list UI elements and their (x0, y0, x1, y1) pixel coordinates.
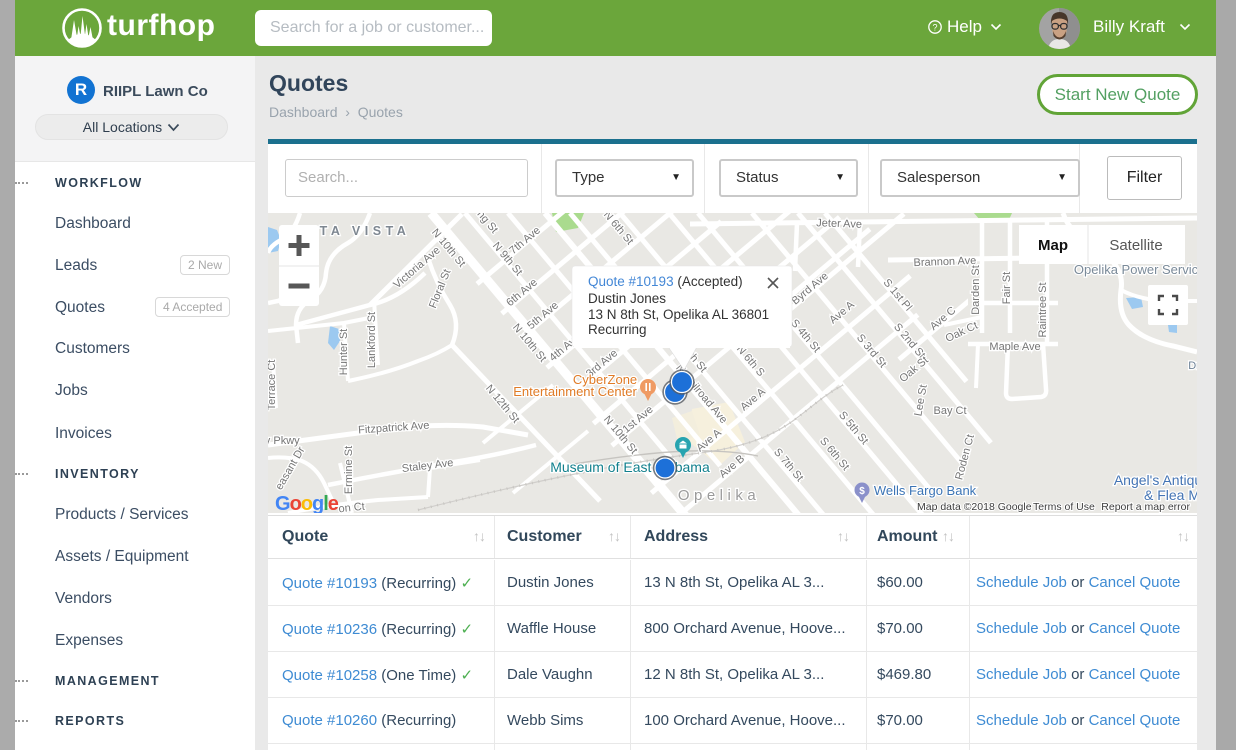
svg-text:on Ct: on Ct (338, 501, 365, 513)
svg-text:Maple Ave: Maple Ave (989, 341, 1040, 353)
svg-text:Fair St: Fair St (1001, 272, 1013, 304)
svg-text:Brannon Ave: Brannon Ave (913, 255, 976, 269)
svg-text:13 N 8th St, Opelika AL 36801: 13 N 8th St, Opelika AL 36801 (588, 307, 769, 322)
svg-text:Report a map error: Report a map error (1101, 501, 1190, 513)
svg-text:Terms of Use: Terms of Use (1033, 501, 1095, 513)
svg-text:Museum of East Alabama: Museum of East Alabama (550, 459, 710, 475)
svg-text:Jeter Ave: Jeter Ave (816, 217, 862, 231)
svg-text:Raintree St: Raintree St (1037, 282, 1049, 337)
svg-text:Quote #10193 (Accepted): Quote #10193 (Accepted) (588, 274, 743, 289)
svg-text:Entertainment Center: Entertainment Center (513, 384, 637, 399)
svg-text:Map data ©2018 Google: Map data ©2018 Google (917, 501, 1032, 513)
svg-text:Google: Google (275, 493, 339, 513)
svg-text:Dustin Jones: Dustin Jones (588, 291, 666, 306)
svg-text:Bay Ct: Bay Ct (933, 405, 966, 417)
svg-text:Wells Fargo Bank: Wells Fargo Bank (874, 483, 977, 498)
svg-text:TA VISTA: TA VISTA (320, 224, 411, 238)
svg-text:Hunter St: Hunter St (338, 329, 350, 375)
svg-text:ly Pkwy: ly Pkwy (268, 435, 300, 447)
svg-text:Darden St: Darden St (970, 265, 982, 315)
svg-text:Opelika Power Servic: Opelika Power Servic (1074, 262, 1197, 277)
svg-text:Terrace Ct: Terrace Ct (268, 360, 278, 411)
svg-text:Lankford St: Lankford St (366, 312, 378, 368)
svg-text:$: $ (859, 486, 865, 497)
svg-text:Dr: Dr (1188, 360, 1197, 372)
svg-text:Map: Map (1038, 237, 1068, 254)
svg-text:Angel's Antiqu: Angel's Antiqu (1114, 472, 1197, 488)
svg-text:?: ? (932, 22, 937, 32)
svg-text:Recurring: Recurring (588, 322, 647, 337)
svg-text:Satellite: Satellite (1109, 237, 1162, 254)
svg-text:Opelika: Opelika (678, 487, 760, 504)
svg-text:Ermine St: Ermine St (343, 446, 355, 494)
